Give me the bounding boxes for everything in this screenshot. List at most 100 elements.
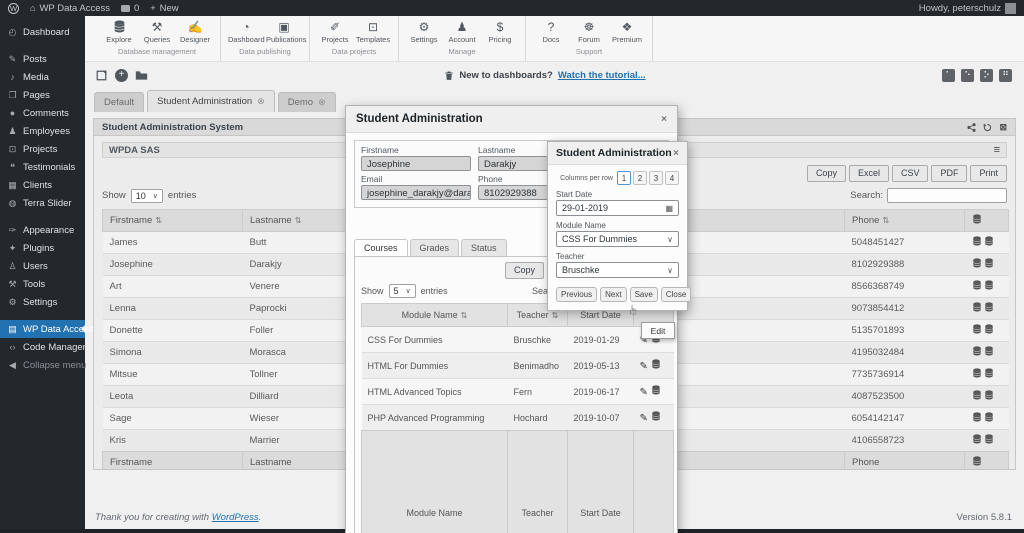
new-content-menu[interactable]: + New [150,3,178,14]
row-edit-icon[interactable] [984,236,994,246]
sidebar-item-testimonials[interactable]: ❝ Testimonials [0,158,85,176]
copy-button[interactable]: Copy [504,262,544,279]
share-icon[interactable] [967,123,976,132]
firstname-field[interactable]: Josephine [361,156,471,171]
teacher-select[interactable]: Bruschke ∨ [556,262,679,278]
copy-button[interactable]: Copy [806,165,846,182]
excel-button[interactable]: Excel [848,165,889,182]
column-header-phone[interactable]: Phone ⇅ [844,209,965,232]
row-details-icon[interactable] [972,280,982,290]
edit-pencil-icon[interactable]: ✎ [640,361,648,372]
row-details-icon[interactable] [972,302,982,312]
row-details-icon[interactable] [972,368,982,378]
column-header-firstname[interactable]: Firstname ⇅ [102,209,243,232]
ribbon-item-docs[interactable]: ? Docs [533,20,569,44]
close-modal-icon[interactable]: × [673,148,679,159]
row-details-icon[interactable] [972,258,982,268]
row-details-icon[interactable] [972,412,982,422]
sidebar-item-clients[interactable]: ▦ Clients [0,176,85,194]
edit-pencil-icon[interactable]: ✎ [640,387,648,398]
row-edit-icon[interactable] [984,412,994,422]
sidebar-item-users[interactable]: ♙ Users [0,257,85,275]
ribbon-item-templates[interactable]: ⊡ Templates [355,20,391,44]
row-edit-icon[interactable] [984,302,994,312]
ribbon-item-publications[interactable]: ▣ Publications [266,20,306,44]
ribbon-item-projects[interactable]: ✐ Projects [317,20,353,44]
sidebar-item-tools[interactable]: ⚒ Tools [0,275,85,293]
ribbon-item-pricing[interactable]: $ Pricing [482,20,518,44]
sidebar-item-dashboard[interactable]: ◴ Dashboard [0,23,85,41]
close-button[interactable]: Close [660,287,692,302]
layout-1-column-button[interactable]: ⠁ [942,69,956,82]
row-details-icon[interactable] [972,346,982,356]
ribbon-item-designer[interactable]: ✍ Designer [177,20,213,44]
sidebar-item-comments[interactable]: ● Comments [0,104,85,122]
edit-pencil-icon[interactable]: ✎ [640,413,648,424]
row-edit-icon[interactable] [984,346,994,356]
ribbon-item-premium[interactable]: ❖ Premium [609,20,645,44]
sidebar-item-posts[interactable]: ✎ Posts [0,50,85,68]
sidebar-item-collapse-menu[interactable]: ◀ Collapse menu [0,356,86,374]
ribbon-item-queries[interactable]: ⚒ Queries [139,20,175,44]
ribbon-item-account[interactable]: ♟ Account [444,20,480,44]
start-date-input[interactable]: 29-01-2019 ▦ [556,200,679,216]
tab-status[interactable]: Status [461,239,507,256]
row-details-icon[interactable] [972,236,982,246]
columns-per-row-4-button[interactable]: 4 [665,171,679,185]
tab-grades[interactable]: Grades [409,239,460,256]
course-details-icon[interactable] [651,385,661,395]
row-edit-icon[interactable] [984,390,994,400]
sidebar-item-employees[interactable]: ♟ Employees [0,122,85,140]
save-button[interactable]: Save [629,287,658,302]
tab-student-administration[interactable]: Student Administration ⊗ [147,90,275,112]
sidebar-item-code-manager[interactable]: ‹› Code Manager [0,338,86,356]
row-edit-icon[interactable] [984,368,994,378]
page-length-select[interactable]: 10 ∨ [130,188,163,203]
howdy-menu[interactable]: Howdy, peterschulz [919,2,1016,14]
close-panel-icon[interactable]: ⊠ [999,122,1007,133]
calendar-icon[interactable]: ▦ [665,204,673,213]
sidebar-item-media[interactable]: ♪ Media [0,68,85,86]
ribbon-item-settings[interactable]: ⚙ Settings [406,20,442,44]
layout-2-columns-button[interactable]: ⠑ [961,69,975,82]
refresh-icon[interactable] [983,123,992,132]
course-details-icon[interactable] [651,359,661,369]
wordpress-logo-menu[interactable]: W [8,2,19,14]
tab-demo[interactable]: Demo ⊗ [277,92,336,112]
next-button[interactable]: Next [600,287,627,302]
column-header-lastname[interactable]: Lastname ⇅ [242,209,348,232]
open-dashboard-button[interactable] [135,69,148,82]
layout-4-columns-button[interactable]: ⠛ [999,69,1013,82]
print-button[interactable]: Print [970,165,1007,182]
new-dashboard-button[interactable] [95,69,108,82]
close-tab-icon[interactable]: ⊗ [318,97,326,108]
row-details-icon[interactable] [972,324,982,334]
row-edit-icon[interactable] [984,434,994,444]
tab-courses[interactable]: Courses [354,239,408,256]
columns-per-row-2-button[interactable]: 2 [633,171,647,185]
ribbon-item-dashboard[interactable]: ◔ Dashboard [228,20,265,44]
ribbon-item-forum[interactable]: ☸ Forum [571,20,607,44]
add-panel-button[interactable]: + [115,69,128,82]
row-edit-icon[interactable] [984,324,994,334]
pdf-button[interactable]: PDF [931,165,968,182]
columns-per-row-3-button[interactable]: 3 [649,171,663,185]
sidebar-item-wp-data-access[interactable]: ▤ WP Data Access [0,320,94,338]
sidebar-item-settings[interactable]: ⚙ Settings [0,293,85,311]
hamburger-menu-icon[interactable]: ≡ [994,144,1000,156]
sidebar-item-plugins[interactable]: ✦ Plugins [0,239,85,257]
tab-default[interactable]: Default [94,92,145,112]
row-details-icon[interactable] [972,390,982,400]
close-tab-icon[interactable]: ⊗ [257,96,265,107]
module-name-select[interactable]: CSS For Dummies ∨ [556,231,679,247]
courses-page-length-select[interactable]: 5 ∨ [388,283,416,298]
sidebar-item-terra-slider[interactable]: ◍ Terra Slider [0,194,85,212]
close-modal-icon[interactable]: × [661,114,667,125]
wordpress-link[interactable]: WordPress [212,512,259,523]
ribbon-item-explore[interactable]: Explore [101,20,137,44]
sidebar-item-appearance[interactable]: ✑ Appearance [0,221,85,239]
site-name-menu[interactable]: ⌂ WP Data Access [30,3,110,14]
sidebar-item-pages[interactable]: ❐ Pages [0,86,85,104]
watch-tutorial-link[interactable]: Watch the tutorial... [558,70,646,81]
csv-button[interactable]: CSV [891,165,929,182]
